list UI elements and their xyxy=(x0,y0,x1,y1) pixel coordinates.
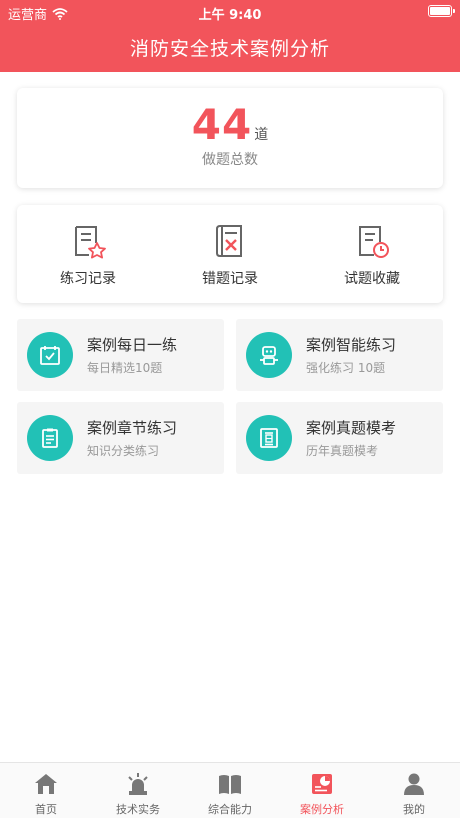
chapter-practice-tile[interactable]: 案例章节练习 知识分类练习 xyxy=(17,402,224,474)
mock-exam-tile[interactable]: 案例真题模考 历年真题模考 xyxy=(236,402,443,474)
app-header: 运营商 上午 9:40 消防安全技术案例分析 xyxy=(0,0,460,72)
calendar-check-icon xyxy=(27,332,73,378)
favorite-question-icon xyxy=(359,226,389,258)
tab-technical-practice-label: 技术实务 xyxy=(116,803,160,816)
exam-paper-icon xyxy=(246,415,292,461)
tab-case-analysis-label: 案例分析 xyxy=(300,803,344,816)
tab-home-label: 首页 xyxy=(35,803,57,816)
smart-practice-subtitle: 强化练习 10题 xyxy=(306,361,386,375)
records-card: 练习记录 错题记录 试题收藏 xyxy=(17,205,443,303)
bottom-tab-bar: 首页 技术实务 综合能力 案例分析 我的 xyxy=(0,762,460,818)
wrong-question-icon xyxy=(216,225,242,257)
smart-practice-title: 案例智能练习 xyxy=(306,336,397,354)
practice-record-label: 练习记录 xyxy=(60,271,116,287)
practice-record-icon xyxy=(75,226,106,259)
book-icon xyxy=(219,775,241,794)
tab-comprehensive-ability[interactable]: 综合能力 xyxy=(184,763,276,818)
status-bar: 运营商 上午 9:40 xyxy=(0,0,460,24)
mock-exam-title: 案例真题模考 xyxy=(306,419,397,437)
tab-technical-practice[interactable]: 技术实务 xyxy=(92,763,184,818)
favorite-question-label: 试题收藏 xyxy=(344,271,400,287)
status-time: 上午 9:40 xyxy=(198,8,262,23)
tab-case-analysis[interactable]: 案例分析 xyxy=(276,763,368,818)
daily-practice-title: 案例每日一练 xyxy=(87,336,178,354)
wrong-question-label: 错题记录 xyxy=(202,271,258,287)
alarm-light-icon xyxy=(128,773,148,795)
smart-practice-tile[interactable]: 案例智能练习 强化练习 10题 xyxy=(236,319,443,391)
tab-home[interactable]: 首页 xyxy=(0,763,92,818)
page-title: 消防安全技术案例分析 xyxy=(129,38,330,60)
robot-icon xyxy=(246,332,292,378)
daily-practice-tile[interactable]: 案例每日一练 每日精选10题 xyxy=(17,319,224,391)
user-icon xyxy=(404,773,424,795)
chapter-practice-title: 案例章节练习 xyxy=(87,419,178,437)
tab-mine-label: 我的 xyxy=(403,803,425,816)
daily-practice-subtitle: 每日精选10题 xyxy=(87,361,163,375)
clipboard-icon xyxy=(27,415,73,461)
tab-mine[interactable]: 我的 xyxy=(368,763,460,818)
tab-comprehensive-ability-label: 综合能力 xyxy=(208,803,252,816)
total-label: 做题总数 xyxy=(202,152,258,168)
mock-exam-subtitle: 历年真题模考 xyxy=(306,444,379,458)
total-count: 44 xyxy=(191,100,253,149)
favorite-question-button[interactable]: 试题收藏 xyxy=(301,205,443,303)
home-icon xyxy=(35,774,57,794)
total-questions-card: 44 道 做题总数 xyxy=(17,88,443,188)
case-analysis-icon xyxy=(312,774,332,794)
total-unit: 道 xyxy=(254,127,269,143)
battery-icon xyxy=(428,5,455,17)
chapter-practice-subtitle: 知识分类练习 xyxy=(87,444,160,458)
wrong-question-button[interactable]: 错题记录 xyxy=(159,205,301,303)
practice-record-button[interactable]: 练习记录 xyxy=(17,205,159,303)
